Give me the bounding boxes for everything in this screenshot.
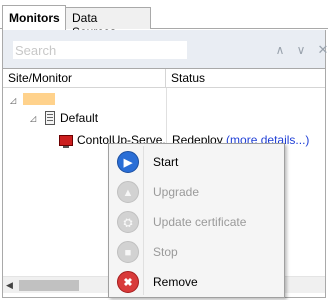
context-menu: ▶ Start ▲ Upgrade ⛭ Update certificate ■… <box>108 143 285 298</box>
menu-item-upgrade-label: Upgrade <box>153 185 200 199</box>
tab-monitors[interactable]: Monitors <box>2 5 66 30</box>
expand-root-icon[interactable]: ◿ <box>10 96 16 105</box>
menu-item-remove[interactable]: ✖ Remove <box>111 267 282 297</box>
site-root-node[interactable] <box>23 93 55 105</box>
monitors-window: Monitors Data Sources ∧ ∨ ✕ Site/Monitor… <box>0 0 328 300</box>
scrollbar-thumb[interactable] <box>19 280 79 291</box>
server-icon <box>45 111 55 125</box>
grid-header: Site/Monitor Status <box>3 69 325 88</box>
chevron-down-icon[interactable]: ∨ <box>293 40 309 60</box>
menu-item-stop[interactable]: ■ Stop <box>111 237 282 267</box>
monitor-icon <box>59 135 73 148</box>
search-toolbar: ∧ ∨ ✕ <box>2 30 328 68</box>
stop-icon: ■ <box>117 241 139 263</box>
tab-bar: Monitors Data Sources <box>0 0 328 39</box>
certificate-icon: ⛭ <box>117 211 139 233</box>
menu-item-update-certificate-label: Update certificate <box>153 215 247 229</box>
menu-item-start[interactable]: ▶ Start <box>111 147 282 177</box>
tree-item-default[interactable]: Default <box>60 111 98 125</box>
menu-item-update-certificate[interactable]: ⛭ Update certificate <box>111 207 282 237</box>
search-input[interactable] <box>13 41 187 59</box>
upgrade-icon: ▲ <box>117 181 139 203</box>
chevron-up-icon[interactable]: ∧ <box>272 40 288 60</box>
scroll-left-icon[interactable]: ◀ <box>6 280 16 290</box>
play-icon: ▶ <box>117 151 139 173</box>
menu-item-upgrade[interactable]: ▲ Upgrade <box>111 177 282 207</box>
remove-icon: ✖ <box>117 271 139 293</box>
tab-data-sources[interactable]: Data Sources <box>65 7 151 39</box>
column-header-site-monitor[interactable]: Site/Monitor <box>3 69 166 88</box>
close-icon[interactable]: ✕ <box>315 40 328 60</box>
expand-default-icon[interactable]: ◿ <box>30 114 36 123</box>
menu-item-stop-label: Stop <box>153 245 178 259</box>
menu-item-start-label: Start <box>153 155 179 169</box>
column-header-status[interactable]: Status <box>166 69 325 88</box>
menu-item-remove-label: Remove <box>153 275 198 289</box>
